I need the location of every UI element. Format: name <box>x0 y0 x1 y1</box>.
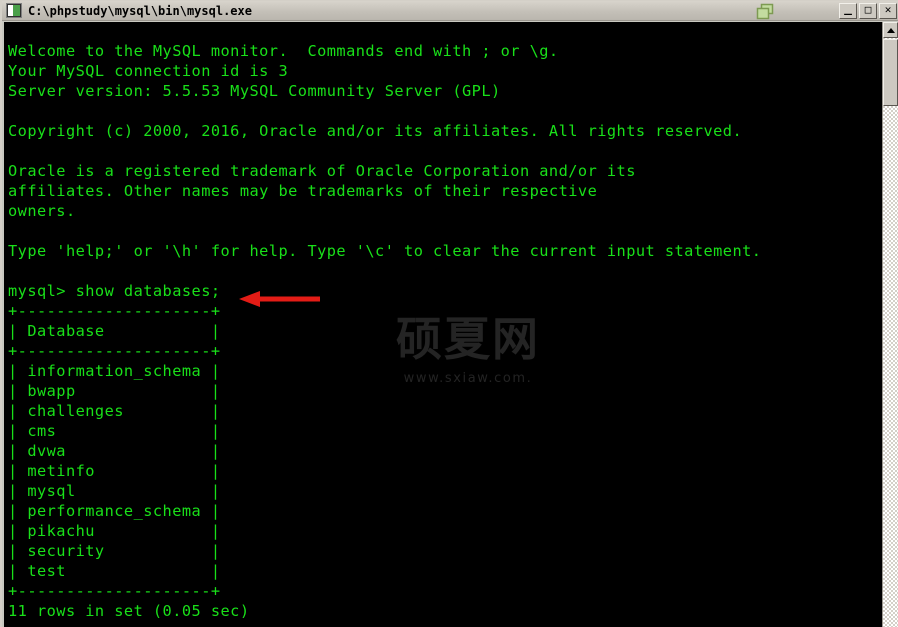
maximize-icon: □ <box>864 3 872 16</box>
close-icon: ✕ <box>884 3 892 16</box>
minimize-button[interactable]: _ <box>839 1 857 19</box>
maximize-button[interactable]: □ <box>859 3 877 19</box>
cascade-windows-icon[interactable] <box>754 3 778 20</box>
close-button[interactable]: ✕ <box>879 3 897 19</box>
terminal-text: Welcome to the MySQL monitor. Commands e… <box>8 42 762 621</box>
terminal-output-area[interactable]: Welcome to the MySQL monitor. Commands e… <box>4 22 882 627</box>
title-bar[interactable]: C:\phpstudy\mysql\bin\mysql.exe _ □ ✕ <box>2 1 898 21</box>
window-title: C:\phpstudy\mysql\bin\mysql.exe <box>28 3 252 18</box>
vertical-scrollbar[interactable] <box>882 22 898 627</box>
minimize-icon: _ <box>844 1 852 16</box>
scroll-up-arrow-icon[interactable] <box>883 22 898 38</box>
console-window: C:\phpstudy\mysql\bin\mysql.exe _ □ ✕ We… <box>0 0 898 627</box>
scrollbar-thumb[interactable] <box>883 39 898 106</box>
window-controls[interactable]: _ □ ✕ <box>839 1 897 19</box>
console-app-icon <box>6 3 22 18</box>
